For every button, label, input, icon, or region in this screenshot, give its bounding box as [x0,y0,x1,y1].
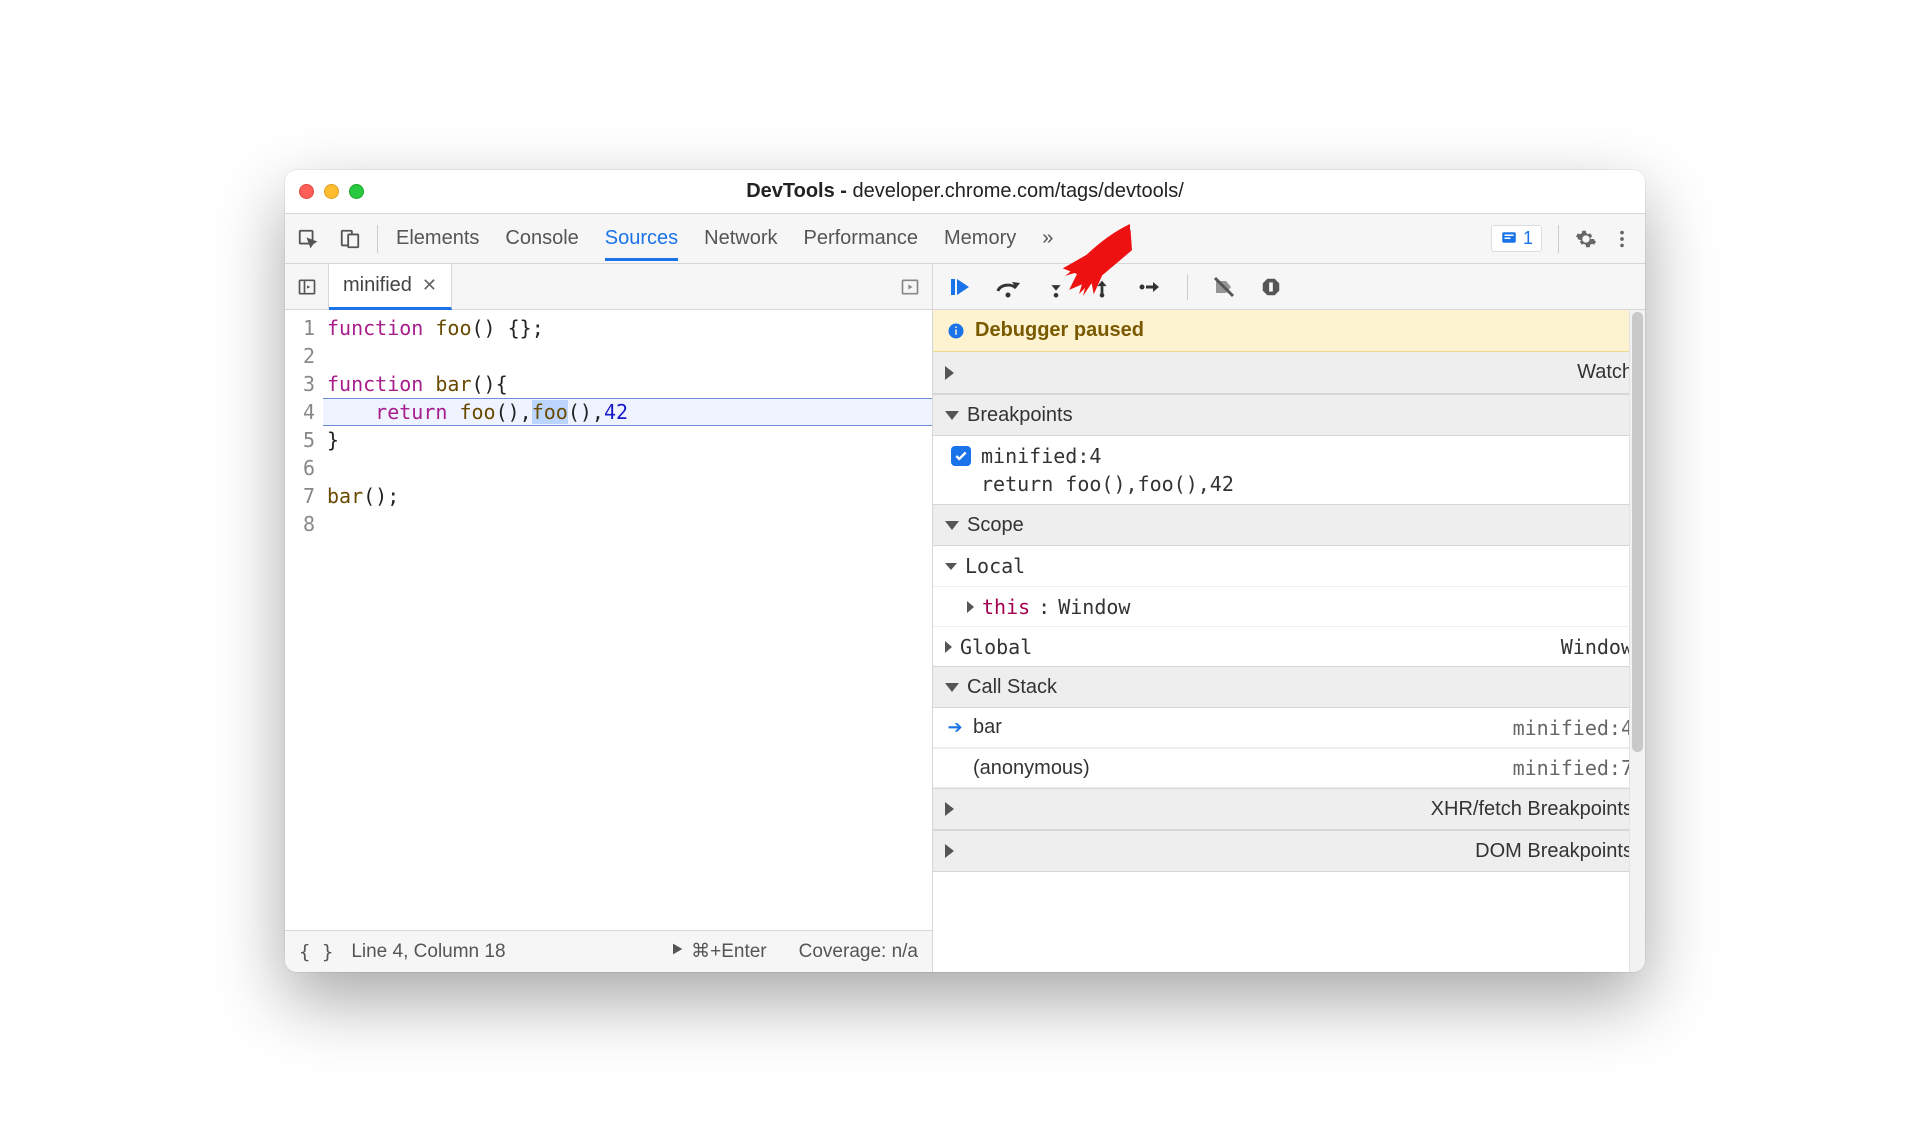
file-tab-strip: minified ✕ [285,264,932,310]
annotation-arrow-icon [1045,218,1135,303]
chevron-down-icon [945,683,959,692]
sources-panel: minified ✕ 12345678 function foo() {};fu… [285,264,933,972]
chevron-right-icon [945,802,1423,816]
chevron-down-icon [945,563,957,570]
editor-status-bar: { } Line 4, Column 18 ⌘+Enter Coverage: … [285,930,932,972]
breakpoint-item[interactable]: minified:4 return foo(),foo(),42 [933,436,1645,504]
debugger-toolbar [933,264,1645,310]
code-editor[interactable]: 12345678 function foo() {};function bar(… [285,310,932,930]
breakpoint-checkbox[interactable] [951,446,971,466]
deactivate-breakpoints-icon[interactable] [1212,275,1236,299]
debugger-panel: Debugger paused Watch Breakpoints [933,264,1645,972]
play-icon[interactable] [669,941,685,963]
cursor-position: Line 4, Column 18 [351,941,505,963]
chevron-right-icon [945,844,1467,858]
devtools-window: DevTools - developer.chrome.com/tags/dev… [285,170,1645,972]
pane-call-stack[interactable]: Call Stack [933,666,1645,708]
run-shortcut: ⌘+Enter [691,940,767,963]
stack-frame[interactable]: (anonymous)minified:7 [933,748,1645,788]
chevron-right-icon [967,601,974,613]
main-toolbar: Elements Console Sources Network Perform… [285,214,1645,264]
tab-console[interactable]: Console [505,219,578,259]
breakpoint-code: return foo(),foo(),42 [951,472,1631,496]
debugger-panes: Watch Breakpoints minified:4 ret [933,352,1645,972]
file-tab-minified[interactable]: minified ✕ [329,264,452,310]
tab-sources[interactable]: Sources [605,219,678,261]
tab-memory[interactable]: Memory [944,219,1016,259]
breakpoint-label: minified:4 [981,444,1101,468]
step-icon[interactable] [1137,275,1163,299]
close-icon[interactable]: ✕ [422,275,437,296]
pane-breakpoints[interactable]: Breakpoints [933,394,1645,436]
panel-tabs: Elements Console Sources Network Perform… [396,219,1053,259]
chevron-right-icon [945,641,952,653]
window-title: DevTools - developer.chrome.com/tags/dev… [285,180,1645,203]
pane-xhr-breakpoints[interactable]: XHR/fetch Breakpoints [933,788,1645,830]
chevron-down-icon [945,411,959,420]
run-snippet-icon[interactable] [888,264,932,309]
step-over-icon[interactable] [995,275,1021,299]
chevron-down-icon [945,521,959,530]
device-toggle-icon[interactable] [339,228,361,250]
scrollbar-thumb[interactable] [1632,312,1643,752]
issues-badge[interactable]: 1 [1491,225,1542,252]
scope-global[interactable]: Global Window [933,626,1645,666]
pretty-print-icon[interactable]: { } [299,941,333,963]
scope-this[interactable]: this: Window [933,586,1645,626]
pause-exceptions-icon[interactable] [1260,276,1282,298]
issues-count: 1 [1523,228,1533,249]
stack-frame[interactable]: ➔barminified:4 [933,708,1645,748]
scrollbar[interactable] [1629,310,1645,972]
info-icon [947,322,965,340]
resume-icon[interactable] [947,275,971,299]
pane-scope[interactable]: Scope [933,504,1645,546]
debugger-paused-banner: Debugger paused [933,310,1645,352]
kebab-menu-icon[interactable] [1611,228,1633,250]
scope-local[interactable]: Local [933,546,1645,586]
coverage-status: Coverage: n/a [799,941,918,963]
tab-performance[interactable]: Performance [804,219,919,259]
settings-icon[interactable] [1575,228,1597,250]
inspect-icon[interactable] [297,228,319,250]
file-tab-label: minified [343,274,412,297]
tab-elements[interactable]: Elements [396,219,479,259]
titlebar: DevTools - developer.chrome.com/tags/dev… [285,170,1645,214]
tab-network[interactable]: Network [704,219,777,259]
pane-dom-breakpoints[interactable]: DOM Breakpoints [933,830,1645,872]
chevron-right-icon [945,366,1569,380]
navigator-toggle-icon[interactable] [285,264,329,309]
line-number-gutter: 12345678 [285,310,323,930]
pane-watch[interactable]: Watch [933,352,1645,394]
code-area[interactable]: function foo() {};function bar(){ return… [323,310,932,930]
